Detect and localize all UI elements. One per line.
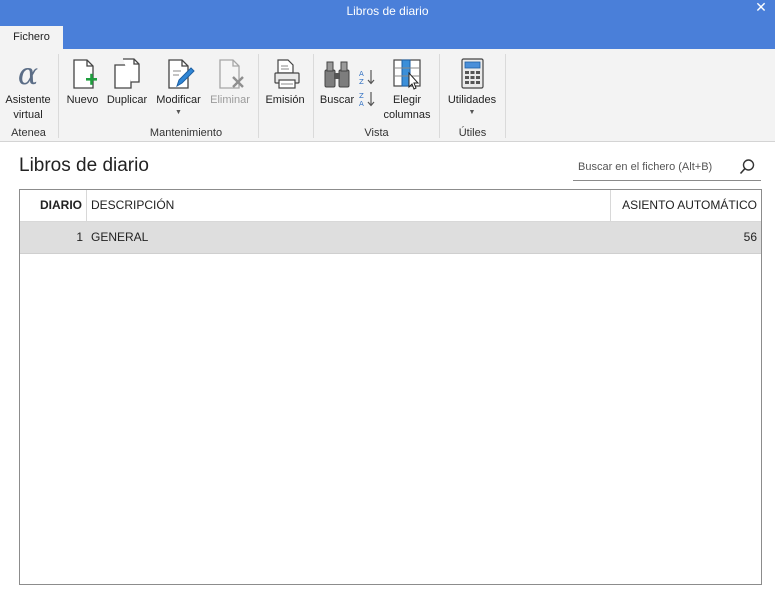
column-header-descripcion[interactable]: DESCRIPCIÓN xyxy=(87,190,611,221)
group-label-vista: Vista xyxy=(364,127,389,139)
close-icon[interactable]: ✕ xyxy=(751,0,771,16)
group-separator xyxy=(439,54,440,138)
elegir-label-2: columnas xyxy=(383,109,431,121)
asistente-virtual-button[interactable]: α Asistente virtual xyxy=(3,57,53,123)
tab-fichero[interactable]: Fichero xyxy=(0,26,63,49)
calculator-icon xyxy=(461,58,484,89)
duplicate-icon xyxy=(114,58,140,89)
asistente-label-1: Asistente xyxy=(5,94,51,106)
search-box xyxy=(573,154,761,181)
duplicar-button[interactable]: Duplicar xyxy=(104,57,150,108)
column-header-diario[interactable]: DIARIO xyxy=(20,190,87,221)
asistente-label-2: virtual xyxy=(13,109,43,121)
nuevo-button[interactable]: Nuevo xyxy=(64,57,101,108)
cell-asiento: 56 xyxy=(743,230,757,244)
chevron-down-icon: ▼ xyxy=(175,109,182,116)
svg-text:A: A xyxy=(359,100,364,108)
page-title: Libros de diario xyxy=(19,155,149,176)
binoculars-icon xyxy=(324,61,350,88)
columns-icon xyxy=(393,59,421,90)
group-label-atenea: Atenea xyxy=(11,127,46,139)
buscar-button[interactable]: Buscar xyxy=(318,57,356,108)
ribbon: α Asistente virtual Atenea Nuevo Duplica… xyxy=(0,49,775,142)
printer-icon xyxy=(274,59,300,89)
elegir-columnas-button[interactable]: Elegir columnas xyxy=(381,57,433,123)
eliminar-button[interactable]: Eliminar xyxy=(208,57,252,108)
utilidades-label: Utilidades xyxy=(447,94,497,106)
emision-label: Emisión xyxy=(265,94,305,106)
utilidades-button[interactable]: Utilidades ▼ xyxy=(444,57,500,117)
modificar-button[interactable]: Modificar ▼ xyxy=(153,57,204,117)
cell-diario: 1 xyxy=(76,230,83,244)
svg-text:α: α xyxy=(18,57,38,91)
search-icon[interactable] xyxy=(738,158,756,176)
grid-header: DIARIO DESCRIPCIÓN ASIENTO AUTOMÁTICO xyxy=(20,190,761,222)
column-header-asiento[interactable]: ASIENTO AUTOMÁTICO xyxy=(611,190,761,221)
sort-za-icon[interactable]: Z A xyxy=(359,90,377,108)
alpha-icon: α xyxy=(18,57,38,91)
svg-text:A: A xyxy=(359,70,364,78)
eliminar-label: Eliminar xyxy=(210,94,250,106)
search-input[interactable] xyxy=(573,156,733,178)
table-row[interactable]: 1 GENERAL 56 xyxy=(20,222,761,254)
modificar-label: Modificar xyxy=(156,94,201,106)
group-label-mantenimiento: Mantenimiento xyxy=(149,127,223,139)
edit-document-icon xyxy=(167,59,195,89)
sort-az-icon[interactable]: A Z xyxy=(359,68,377,86)
group-separator xyxy=(258,54,259,138)
cell-descripcion: GENERAL xyxy=(91,230,149,244)
nuevo-label: Nuevo xyxy=(66,94,99,106)
data-grid: DIARIO DESCRIPCIÓN ASIENTO AUTOMÁTICO 1 … xyxy=(19,189,762,585)
buscar-label: Buscar xyxy=(319,94,355,106)
new-document-icon xyxy=(72,59,97,89)
group-separator xyxy=(58,54,59,138)
delete-document-icon xyxy=(219,59,244,89)
group-label-utiles: Útiles xyxy=(458,127,487,139)
ribbon-tabstrip: Fichero xyxy=(0,24,775,49)
svg-text:Z: Z xyxy=(359,78,364,86)
elegir-label-1: Elegir xyxy=(392,94,422,106)
duplicar-label: Duplicar xyxy=(106,94,148,106)
window-title: Libros de diario xyxy=(346,4,429,18)
group-separator xyxy=(313,54,314,138)
title-bar: Libros de diario ✕ xyxy=(0,0,775,24)
emision-button[interactable]: Emisión xyxy=(263,57,307,108)
svg-text:Z: Z xyxy=(359,92,364,100)
group-separator xyxy=(505,54,506,138)
chevron-down-icon: ▼ xyxy=(468,109,476,116)
